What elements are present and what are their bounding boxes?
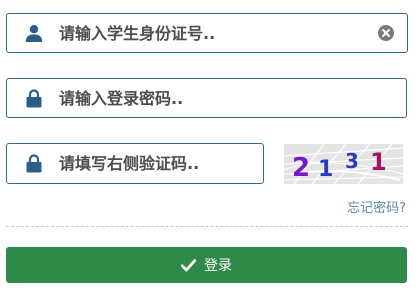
student-id-field[interactable] (6, 13, 408, 53)
captcha-char: 1 (370, 148, 387, 176)
lock-icon (24, 88, 44, 108)
captcha-field[interactable] (6, 143, 264, 184)
password-input[interactable] (59, 79, 376, 117)
clear-icon[interactable] (378, 25, 394, 41)
captcha-char: 1 (318, 157, 333, 182)
login-form: 2 1 3 1 忘记密码? 登录 (0, 0, 418, 301)
divider (6, 226, 408, 227)
student-id-input[interactable] (59, 14, 377, 52)
captcha-char: 2 (292, 153, 310, 183)
login-button-label: 登录 (204, 258, 232, 274)
forgot-password-link[interactable]: 忘记密码? (347, 197, 406, 216)
user-icon (24, 23, 44, 43)
captcha-graphic: 2 1 3 1 (283, 143, 404, 185)
captcha-char: 3 (345, 149, 359, 173)
lock-icon (24, 154, 44, 174)
password-field[interactable] (6, 78, 407, 118)
captcha-input[interactable] (59, 144, 233, 183)
captcha-image[interactable]: 2 1 3 1 (283, 143, 404, 185)
login-button[interactable]: 登录 (6, 247, 407, 283)
check-icon (181, 258, 196, 273)
